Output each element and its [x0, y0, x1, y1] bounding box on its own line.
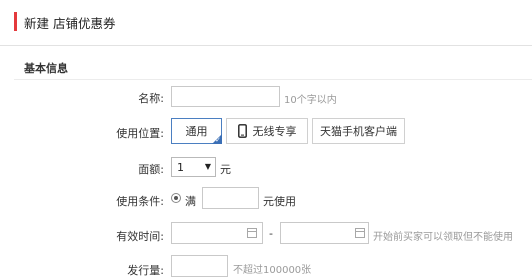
name-label: 名称:	[138, 92, 164, 105]
condition-radio-label: 满	[185, 195, 196, 208]
amount-label: 面额:	[138, 163, 164, 176]
quantity-label: 发行量:	[127, 264, 164, 277]
position-option-wireless-label: 无线专享	[252, 125, 297, 138]
position-option-general-label: 通用	[185, 125, 208, 138]
name-input[interactable]	[171, 86, 280, 107]
validity-hint: 开始前买家可以领取但不能使用	[373, 232, 513, 243]
header-divider	[0, 45, 532, 46]
start-date-input[interactable]	[171, 222, 263, 244]
position-option-wireless[interactable]: 无线专享	[226, 118, 308, 144]
amount-select[interactable]: 1 ▼	[171, 157, 216, 177]
section-title: 基本信息	[24, 62, 68, 75]
check-icon: ✓	[215, 136, 221, 144]
condition-suffix: 元使用	[263, 195, 296, 208]
end-date-input[interactable]	[280, 222, 369, 244]
amount-select-value: 1	[177, 161, 184, 174]
title-accent-bar	[14, 12, 17, 31]
dropdown-arrow-icon: ▼	[204, 162, 211, 171]
mobile-phone-icon	[237, 124, 247, 138]
name-hint: 10个字以内	[284, 95, 337, 106]
page-title: 新建 店铺优惠券	[24, 16, 116, 31]
quantity-hint: 不超过100000张	[233, 265, 312, 276]
validity-label: 有效时间:	[116, 230, 164, 243]
quantity-input[interactable]	[171, 255, 228, 277]
calendar-icon	[355, 228, 365, 238]
condition-label: 使用条件:	[116, 195, 164, 208]
amount-unit: 元	[220, 163, 231, 176]
condition-radio[interactable]	[171, 193, 181, 203]
page-header: 新建 店铺优惠券	[0, 0, 532, 44]
position-label: 使用位置:	[116, 127, 164, 140]
date-separator: -	[269, 227, 273, 240]
position-option-tmall-app-label: 天猫手机客户端	[320, 125, 397, 138]
condition-amount-input[interactable]	[202, 187, 259, 209]
section-divider	[14, 79, 532, 80]
calendar-icon	[247, 228, 257, 238]
position-option-general[interactable]: 通用 ✓	[171, 118, 222, 144]
position-option-tmall-app[interactable]: 天猫手机客户端	[312, 118, 405, 144]
